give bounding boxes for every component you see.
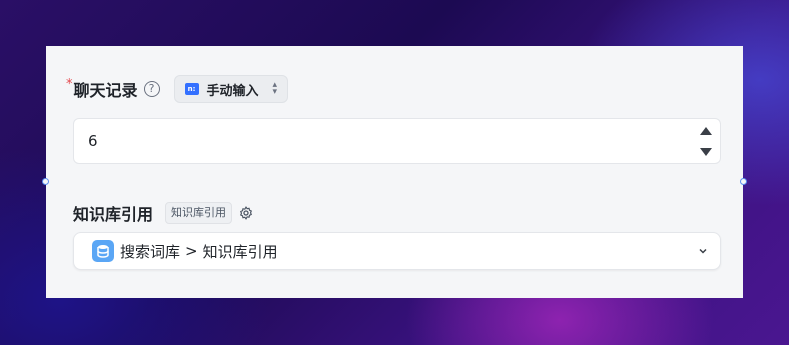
right-connector-handle[interactable]	[740, 178, 747, 185]
knowledge-tag: 知识库引用	[165, 202, 233, 224]
knowledge-path-target: 知识库引用	[202, 242, 278, 261]
history-count-value: 6	[88, 132, 98, 150]
gear-icon[interactable]	[239, 206, 253, 220]
knowledge-label: 知识库引用	[73, 205, 154, 224]
knowledge-path-source: 搜索词库	[120, 242, 181, 261]
input-box-icon: n:	[184, 83, 199, 95]
input-source-select[interactable]: n: 手动输入 ▴ ▾	[173, 75, 289, 103]
chevron-right-icon: >	[185, 242, 198, 260]
required-marker: *	[66, 76, 73, 92]
history-header: * 聊天记录 ? n: 手动输入 ▴ ▾	[66, 75, 289, 103]
left-connector-handle[interactable]	[42, 178, 49, 185]
input-source-value: 手动输入	[206, 83, 259, 99]
database-icon	[92, 240, 114, 262]
updown-icon: ▴ ▾	[272, 80, 278, 97]
knowledge-ref-select[interactable]: 搜索词库 > 知识库引用	[73, 232, 721, 270]
knowledge-header: 知识库引用 知识库引用	[73, 201, 253, 225]
chevron-down-icon[interactable]	[698, 246, 708, 256]
history-label: 聊天记录	[73, 81, 138, 100]
history-count-input[interactable]: 6	[73, 118, 721, 164]
decrement-arrow-icon[interactable]	[700, 148, 712, 156]
increment-arrow-icon[interactable]	[700, 127, 712, 135]
node-config-panel: * 聊天记录 ? n: 手动输入 ▴ ▾ 6 知识库引用 知识库引用 搜索词库 …	[42, 46, 747, 298]
question-circle-icon[interactable]: ?	[143, 81, 160, 97]
